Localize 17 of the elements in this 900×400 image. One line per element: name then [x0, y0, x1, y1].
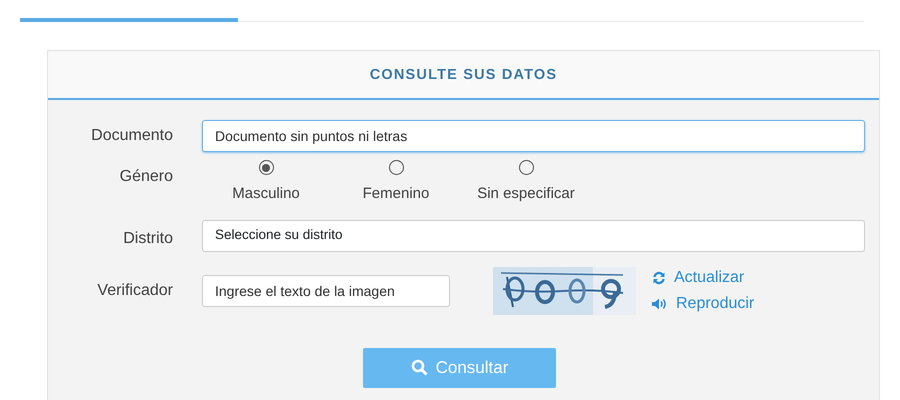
field-label: Documento [90, 126, 173, 146]
search-icon [410, 359, 428, 376]
radio-label[interactable]: Femenino [362, 183, 430, 206]
radio-button[interactable] [518, 160, 534, 175]
form-title: CONSULTE SUS DATOS [370, 67, 558, 83]
verification-field[interactable]: Ingrese el texto de la imagen [202, 274, 450, 306]
document-field[interactable]: Documento sin puntos ni letras [202, 120, 865, 152]
radio-label[interactable]: Sin especificar [477, 183, 575, 206]
field-label: Género [118, 167, 173, 187]
field-label: Distrito [122, 228, 173, 248]
field-label: Verificador [96, 280, 173, 300]
refresh-icon [652, 270, 666, 284]
radio-label[interactable]: Masculino [232, 183, 300, 206]
speaker-icon [652, 298, 668, 310]
radio-button[interactable] [258, 160, 274, 175]
radio-button[interactable] [388, 160, 404, 175]
district-select[interactable]: Seleccione su distrito [202, 220, 865, 252]
